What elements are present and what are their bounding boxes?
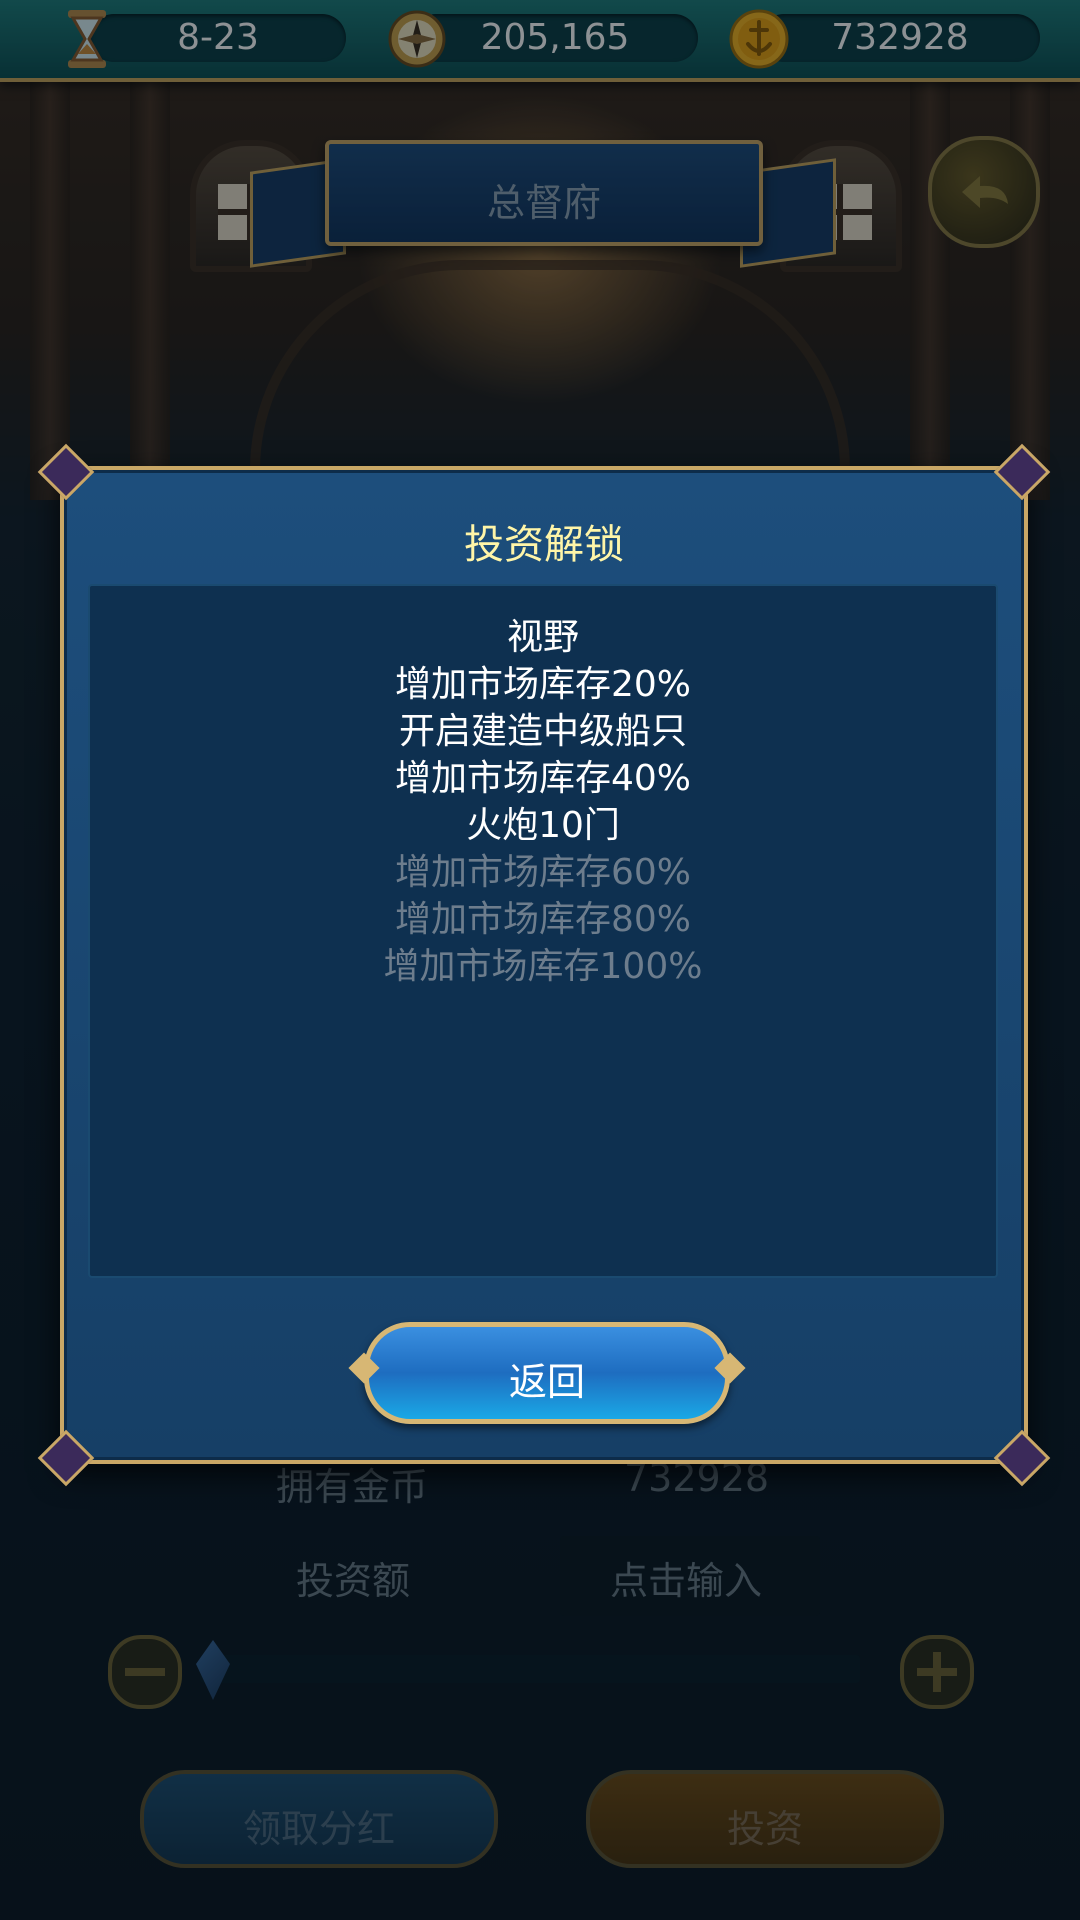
- unlock-item-unlocked: 增加市场库存40%: [394, 758, 692, 799]
- unlock-item-unlocked: 增加市场库存20%: [394, 664, 692, 705]
- unlock-item-locked: 增加市场库存100%: [383, 946, 703, 987]
- unlock-item-locked: 增加市场库存80%: [394, 899, 692, 940]
- unlock-item-unlocked: 视野: [506, 617, 579, 658]
- return-button[interactable]: 返回: [364, 1322, 730, 1424]
- unlock-list: 视野增加市场库存20% 开启建造中级船只 增加市场库存40% 火炮10门增加市场库存6…: [90, 614, 996, 990]
- invest-unlock-dialog: 投资解锁 视野增加市场库存20% 开启建造中级船只 增加市场库存40% 火炮10门增加…: [37, 443, 1051, 1487]
- unlock-item-unlocked: 开启建造中级船只: [398, 711, 687, 752]
- return-button-label: 返回: [508, 1360, 585, 1404]
- unlock-item-unlocked: 火炮10门: [466, 805, 620, 846]
- unlock-list-panel: 视野增加市场库存20% 开启建造中级船只 增加市场库存40% 火炮10门增加市场库存6…: [88, 584, 998, 1278]
- dialog-title: 投资解锁: [464, 522, 624, 568]
- unlock-item-locked: 增加市场库存60%: [394, 852, 692, 893]
